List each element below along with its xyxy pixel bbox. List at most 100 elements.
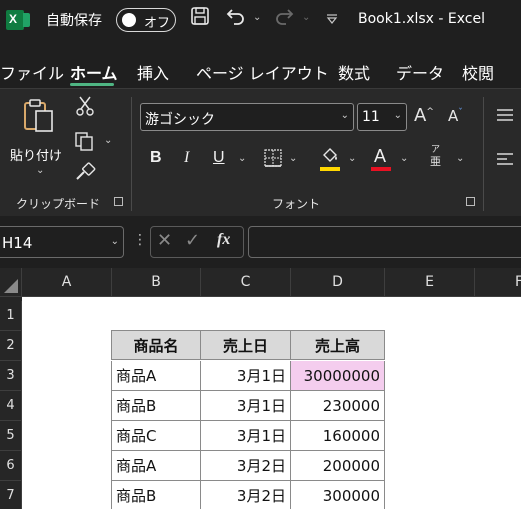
font-color-swatch xyxy=(371,167,391,171)
tab-insert[interactable]: 挿入 xyxy=(137,60,169,84)
font-name-value: 游ゴシック xyxy=(145,112,215,128)
font-color-button[interactable]: A xyxy=(374,146,386,167)
tab-home[interactable]: ホーム xyxy=(70,60,118,84)
row-header-2[interactable]: 2 xyxy=(0,331,22,361)
formula-input[interactable] xyxy=(248,226,521,258)
name-box-value: H14 xyxy=(2,234,33,252)
active-tab-indicator xyxy=(70,83,114,86)
clipboard-launcher-icon[interactable] xyxy=(114,197,123,206)
group-separator xyxy=(131,97,132,211)
clipboard-group-label: クリップボード xyxy=(16,197,101,211)
autosave-state: オフ xyxy=(144,16,171,31)
fill-color-swatch xyxy=(320,167,340,171)
font-launcher-icon[interactable] xyxy=(466,197,475,206)
tab-data[interactable]: データ xyxy=(396,60,444,84)
table-cell-highlighted[interactable]: 30000000 xyxy=(291,361,385,391)
column-header-c[interactable]: C xyxy=(201,268,291,297)
table-cell[interactable]: 3月1日 xyxy=(201,391,291,421)
paste-dropdown-icon[interactable]: ⌄ xyxy=(36,165,44,176)
phonetic-dropdown-icon[interactable]: ⌄ xyxy=(456,153,464,164)
copy-dropdown-icon[interactable]: ⌄ xyxy=(104,135,112,146)
copy-icon[interactable] xyxy=(74,131,94,155)
fill-color-dropdown-icon[interactable]: ⌄ xyxy=(348,153,356,164)
table-cell[interactable]: 3月2日 xyxy=(201,451,291,481)
tab-review[interactable]: 校閲 xyxy=(462,60,494,84)
enter-icon[interactable]: ✓ xyxy=(185,230,200,251)
align-left-icon[interactable] xyxy=(496,151,514,170)
column-header-e[interactable]: E xyxy=(385,268,475,297)
insert-function-button[interactable]: fx xyxy=(217,231,230,249)
tab-file[interactable]: ファイル xyxy=(0,60,64,84)
row-header-gap xyxy=(0,297,22,301)
row-header-7[interactable]: 7 xyxy=(0,481,22,509)
column-header-b[interactable]: B xyxy=(112,268,201,297)
formula-buttons: ✕ ✓ fx xyxy=(150,226,244,258)
fill-color-icon[interactable] xyxy=(320,147,340,169)
table-cell[interactable]: 商品B xyxy=(111,391,201,421)
format-painter-icon[interactable] xyxy=(74,161,96,187)
column-header-d[interactable]: D xyxy=(291,268,385,297)
title-bar: X 自動保存 オフ ⌄ ⌄ Book1.xlsx - Excel xyxy=(0,0,521,40)
cancel-icon[interactable]: ✕ xyxy=(157,230,172,251)
table-cell[interactable]: 300000 xyxy=(291,481,385,509)
cut-icon[interactable] xyxy=(76,95,94,121)
chevron-down-icon: ⌄ xyxy=(340,110,349,121)
underline-button[interactable]: U xyxy=(213,149,225,167)
italic-button[interactable]: I xyxy=(184,149,189,167)
table-cell[interactable]: 160000 xyxy=(291,421,385,451)
align-top-icon[interactable] xyxy=(496,107,514,126)
customize-toolbar-icon[interactable] xyxy=(326,13,338,28)
table-cell[interactable]: 3月1日 xyxy=(201,421,291,451)
paste-button[interactable]: 貼り付け xyxy=(10,145,62,164)
row-header-5[interactable]: 5 xyxy=(0,421,22,451)
undo-dropdown-icon[interactable]: ⌄ xyxy=(253,12,261,23)
table-cell[interactable]: 200000 xyxy=(291,451,385,481)
name-box[interactable]: H14 ⌄ xyxy=(0,226,124,258)
bold-button[interactable]: B xyxy=(150,149,162,167)
row-header-1[interactable]: 1 xyxy=(0,301,22,331)
decrease-font-size-icon[interactable]: Aˇ xyxy=(448,107,463,125)
table-cell[interactable]: 3月2日 xyxy=(201,481,291,509)
redo-icon[interactable] xyxy=(274,6,294,31)
column-header-f[interactable]: F xyxy=(475,268,521,297)
font-group-label: フォント xyxy=(272,197,321,211)
font-size-value: 11 xyxy=(362,109,380,125)
table-cell[interactable]: 商品C xyxy=(111,421,201,451)
table-cell[interactable]: 商品B xyxy=(111,481,201,509)
table-cell[interactable]: 商品A xyxy=(111,361,201,391)
borders-dropdown-icon[interactable]: ⌄ xyxy=(289,153,297,164)
autosave-label: 自動保存 xyxy=(46,13,102,29)
autosave-toggle[interactable]: オフ xyxy=(116,8,176,32)
chevron-down-icon: ⌄ xyxy=(393,110,402,121)
font-size-select[interactable]: 11 ⌄ xyxy=(357,103,407,131)
increase-font-size-icon[interactable]: A^ xyxy=(414,105,434,126)
table-header-cell[interactable]: 売上高 xyxy=(291,330,385,360)
table-cell[interactable]: 3月1日 xyxy=(201,361,291,391)
table-cell[interactable]: 商品A xyxy=(111,451,201,481)
undo-icon[interactable] xyxy=(226,6,246,31)
row-header-3[interactable]: 3 xyxy=(0,361,22,391)
table-cell[interactable]: 230000 xyxy=(291,391,385,421)
underline-dropdown-icon[interactable]: ⌄ xyxy=(238,153,246,164)
paste-icon[interactable] xyxy=(22,97,56,133)
tab-formulas[interactable]: 数式 xyxy=(338,60,370,84)
phonetic-guide-icon[interactable]: ア 亜 xyxy=(430,145,441,167)
save-icon[interactable] xyxy=(190,6,210,31)
row-header-4[interactable]: 4 xyxy=(0,391,22,421)
tab-page-layout[interactable]: ページ レイアウト xyxy=(196,60,329,84)
select-all-button[interactable] xyxy=(0,268,22,297)
font-name-select[interactable]: 游ゴシック ⌄ xyxy=(140,103,354,131)
font-color-dropdown-icon[interactable]: ⌄ xyxy=(400,153,408,164)
borders-icon[interactable] xyxy=(264,149,282,171)
table-header-cell[interactable]: 売上日 xyxy=(201,330,291,360)
grip-dots-icon[interactable]: ⋮ xyxy=(133,232,147,248)
group-separator xyxy=(483,97,484,211)
redo-dropdown-icon[interactable]: ⌄ xyxy=(302,12,310,23)
table-header-cell[interactable]: 商品名 xyxy=(111,330,201,360)
ribbon-tabs: ファイル ホーム 挿入 ページ レイアウト 数式 データ 校閲 xyxy=(0,40,521,88)
row-header-6[interactable]: 6 xyxy=(0,451,22,481)
document-title: Book1.xlsx - Excel xyxy=(358,11,485,27)
ribbon: 貼り付け ⌄ ⌄ クリップボード 游ゴシック ⌄ 11 ⌄ A^ Aˇ B I … xyxy=(0,88,521,216)
excel-logo-icon: X xyxy=(6,10,30,30)
column-header-a[interactable]: A xyxy=(22,268,112,297)
